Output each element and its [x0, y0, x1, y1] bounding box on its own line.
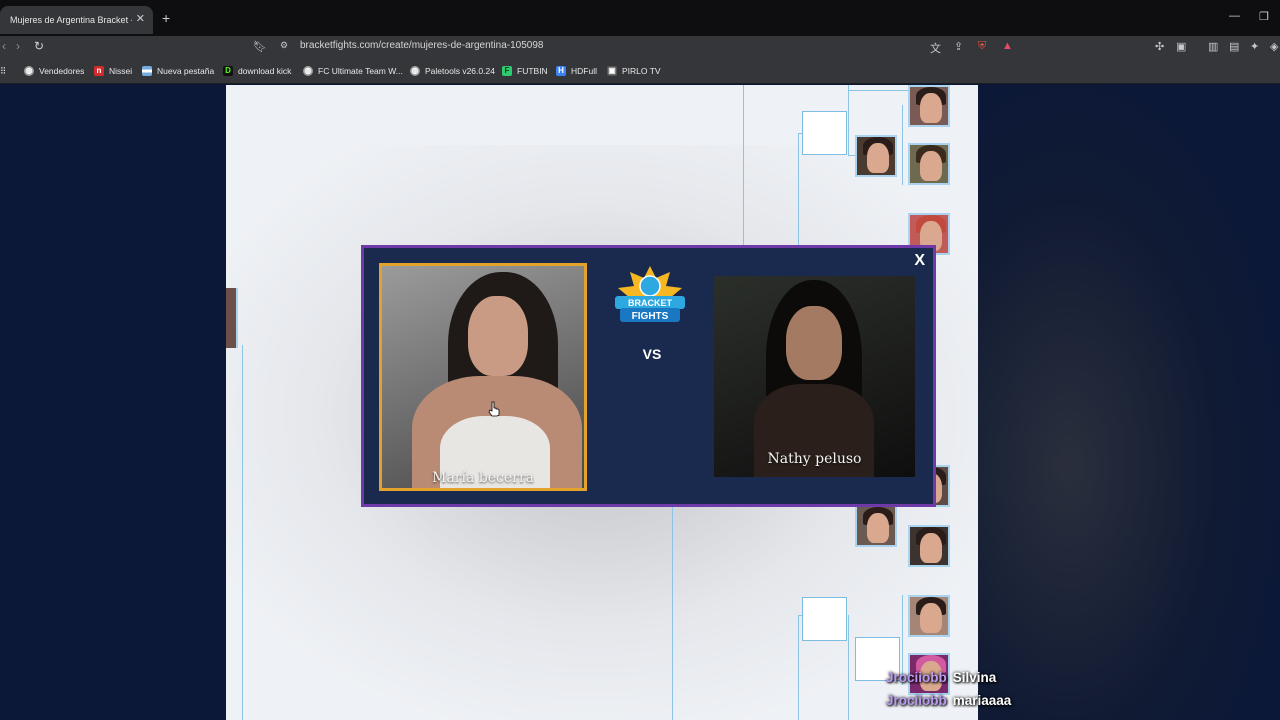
bracket-contestant-thumb[interactable] [855, 135, 897, 177]
brave-rewards-icon[interactable]: ▲ [1002, 40, 1013, 52]
hdfull-icon: H [556, 66, 566, 76]
new-tab-button[interactable]: + [162, 10, 170, 26]
close-button[interactable]: X [914, 252, 925, 270]
wallet-icon[interactable]: ▤ [1229, 40, 1239, 53]
tab-close-icon[interactable]: ✕ [136, 12, 145, 25]
translate-icon[interactable]: 文 [930, 40, 941, 56]
nissei-icon: n [94, 66, 104, 76]
brave-shield-icon[interactable]: ⛨ [978, 40, 986, 53]
bracket-line [242, 345, 243, 720]
browser-toolbar: ‹ › ↻ 🔖︎ ⚙︎ bracketfights.com/create/muj… [0, 36, 1280, 58]
apps-icon[interactable]: ⠿ [0, 66, 6, 77]
bookmark-hdfull[interactable]: H HDFull [556, 66, 597, 76]
bracket-line [848, 85, 849, 155]
bookmark-nissei[interactable]: n Nissei [94, 66, 132, 76]
reload-icon[interactable]: ↻ [34, 39, 44, 53]
pirlo-icon: ▣ [607, 66, 617, 76]
bracket-line [798, 615, 799, 720]
bookmark-pirlo-tv[interactable]: ▣ PIRLO TV [607, 66, 661, 76]
browser-tab-bar: Mujeres de Argentina Bracket - B ✕ + — ❐ [0, 0, 1280, 36]
bookmark-fc-ultimate-team[interactable]: ◍ FC Ultimate Team W... [303, 66, 403, 76]
bracket-contestant-thumb[interactable] [908, 525, 950, 567]
bracket-fights-logo: BRACKET FIGHTS [615, 266, 685, 322]
portrait-face [786, 306, 842, 380]
chat-message: Jrociiobb Silvina [886, 670, 996, 685]
contestant-left-name: María becerra [432, 470, 534, 486]
portrait-face [468, 296, 528, 376]
bracket-contestant-thumb[interactable] [908, 595, 950, 637]
chat-username: Jrociiobb [886, 670, 947, 685]
bracket-line [672, 505, 673, 720]
contestant-right-card[interactable]: Nathy peluso [714, 276, 915, 477]
screenshot-icon[interactable]: ▣ [1176, 40, 1186, 53]
bracket-contestant-thumb[interactable] [226, 288, 238, 348]
bracket-line [848, 615, 849, 720]
futbin-icon: F [502, 66, 512, 76]
argentina-flag-icon [142, 66, 152, 76]
chat-message: Jrociiobb mariaaaa [886, 693, 1011, 708]
hand-cursor-icon [488, 401, 500, 417]
site-info-icon[interactable]: ⚙︎ [280, 40, 288, 51]
bracket-slot-empty[interactable] [802, 597, 847, 641]
bookmarks-bar: ⠿ ◍ Vendedores n Nissei Nueva pestaña Ddow… [0, 58, 1280, 84]
bookmark-vendedores[interactable]: ◍ Vendedores [24, 66, 84, 76]
bracket-slot-empty[interactable] [802, 111, 847, 155]
page-right-background [978, 85, 1280, 720]
share-icon[interactable]: ⇪ [954, 40, 963, 53]
bookmark-download-kick[interactable]: Ddownload kick [223, 66, 291, 76]
bracket-line [902, 105, 903, 185]
bracket-line [743, 85, 744, 255]
forward-icon[interactable]: › [16, 39, 20, 53]
tab-title: Mujeres de Argentina Bracket - B [10, 15, 132, 25]
contestant-right-name: Nathy peluso [767, 451, 862, 467]
logo-text-fights: FIGHTS [632, 311, 669, 322]
bracket-contestant-thumb[interactable] [908, 143, 950, 185]
minimize-icon[interactable]: — [1229, 10, 1240, 22]
globe-icon: ◍ [303, 66, 313, 76]
bookmark-icon[interactable]: 🔖︎ [253, 40, 267, 53]
bracket-contestant-thumb[interactable] [908, 85, 950, 127]
bookmark-futbin[interactable]: F FUTBIN [502, 66, 548, 76]
contestant-left-card[interactable]: María becerra [379, 263, 587, 491]
leo-ai-icon[interactable]: ✦ [1250, 40, 1259, 53]
restore-icon[interactable]: ❐ [1259, 10, 1269, 23]
matchup-modal: X María becerra BRACKET FIGHTS VS Nathy … [361, 245, 936, 507]
bracket-line [848, 90, 908, 91]
vpn-icon[interactable]: ◈ [1270, 40, 1278, 53]
browser-tab[interactable]: Mujeres de Argentina Bracket - B ✕ [0, 6, 153, 34]
bracket-contestant-thumb[interactable] [855, 505, 897, 547]
bookmark-paletools[interactable]: ◍ Paletools v26.0.24 [410, 66, 495, 76]
logo-text-bracket: BRACKET [628, 298, 673, 308]
address-bar[interactable]: bracketfights.com/create/mujeres-de-arge… [300, 40, 543, 51]
chat-text: mariaaaa [952, 693, 1012, 708]
chat-text: Silvina [952, 670, 997, 685]
globe-icon: ◍ [24, 66, 34, 76]
chat-username: Jrociiobb [886, 693, 947, 708]
sidebar-icon[interactable]: ▥ [1208, 40, 1218, 53]
vs-label: VS [642, 346, 662, 362]
bookmark-nueva-pestana[interactable]: Nueva pestaña [142, 66, 214, 76]
globe-icon: ◍ [410, 66, 420, 76]
back-icon[interactable]: ‹ [2, 39, 6, 53]
extensions-icon[interactable]: ✣ [1155, 40, 1164, 53]
kick-icon: D [223, 66, 233, 76]
